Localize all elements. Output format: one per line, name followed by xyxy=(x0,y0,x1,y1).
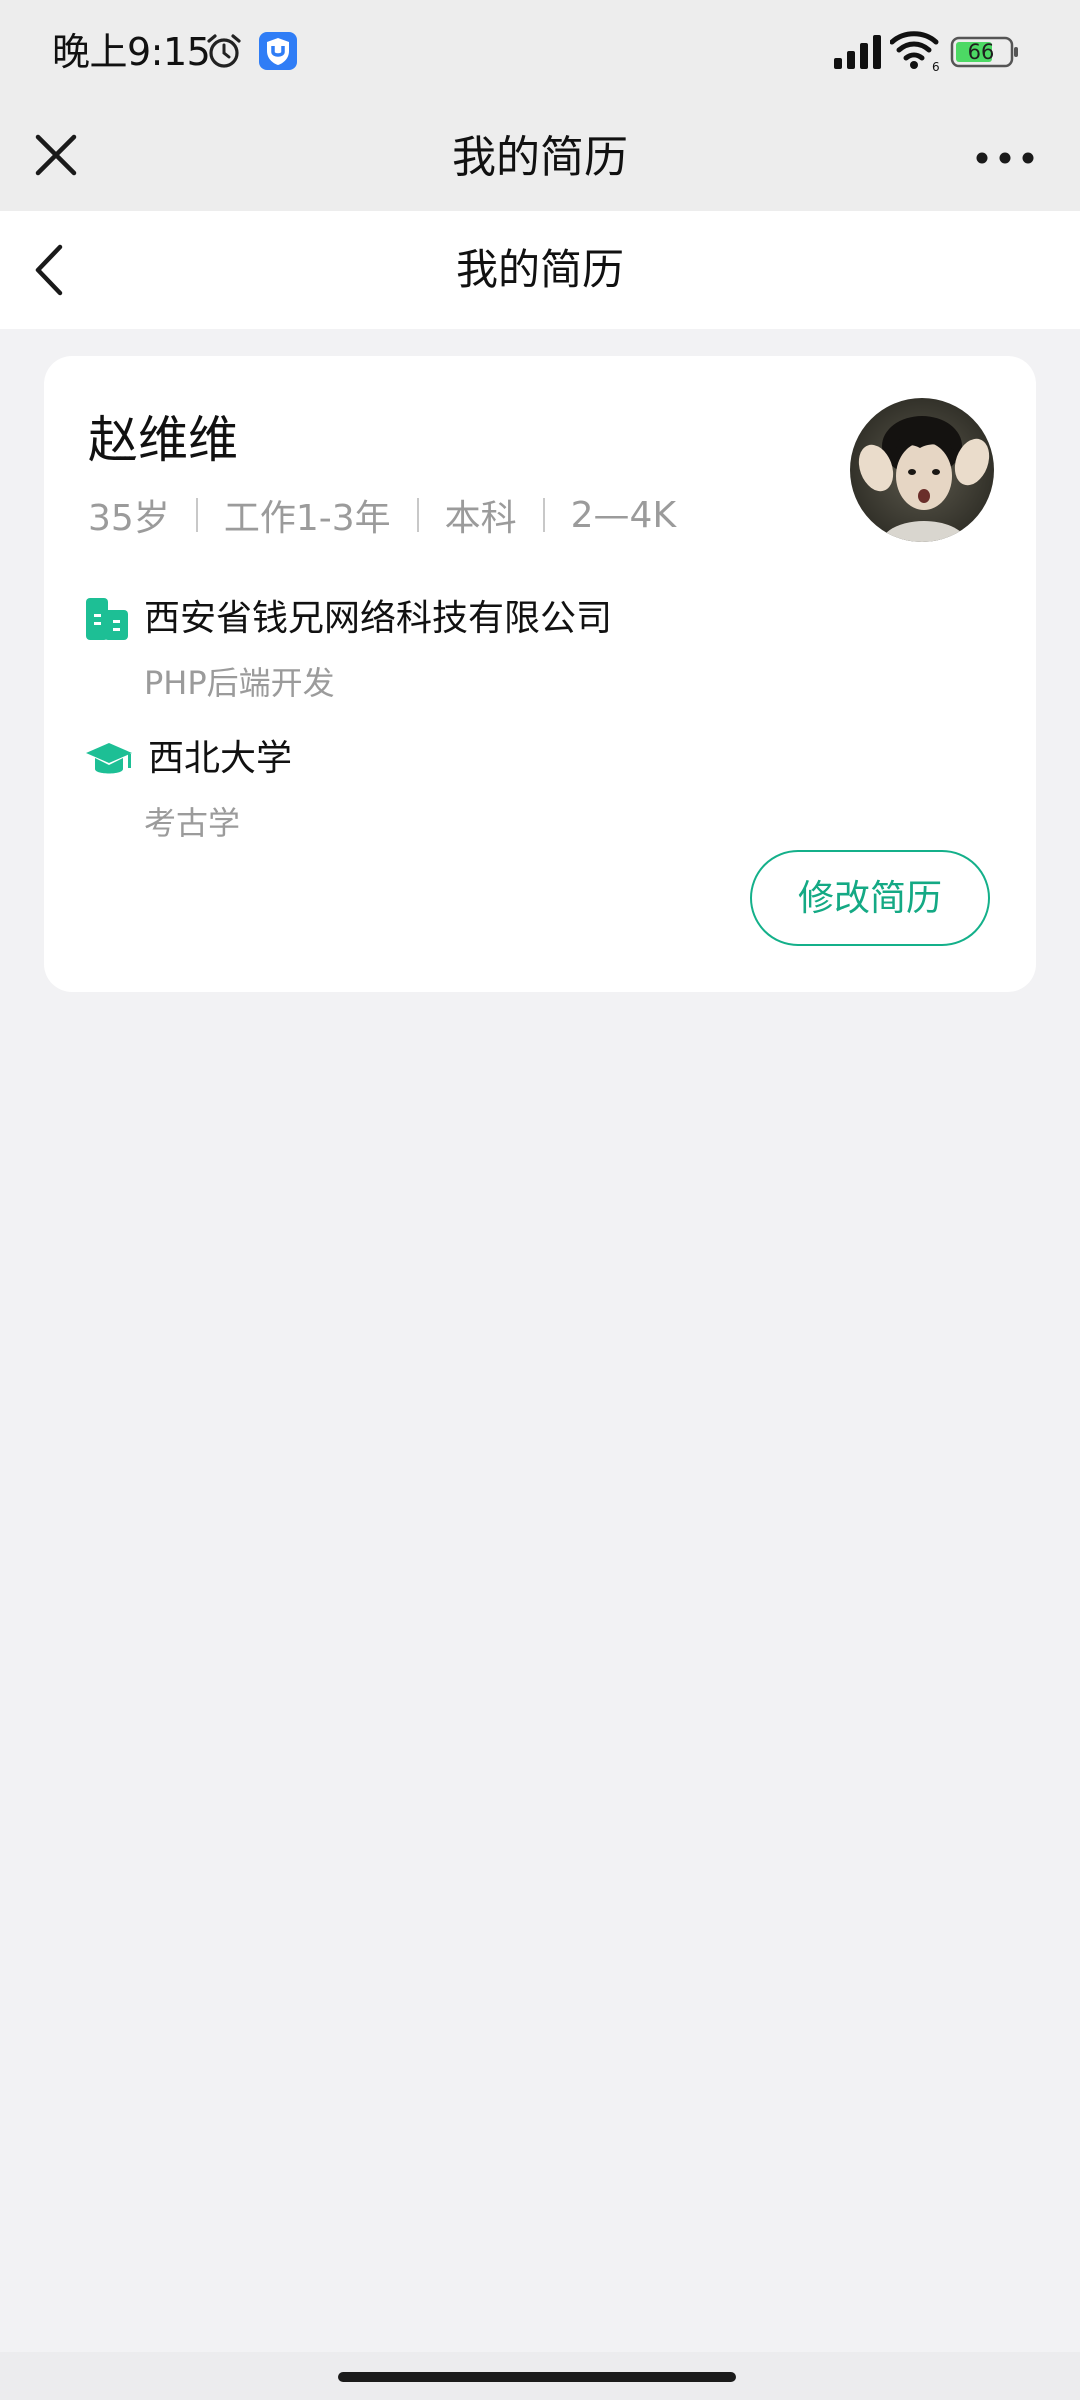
meta-divider xyxy=(416,498,419,532)
school-major: 考古学 xyxy=(144,804,241,842)
company-name: 西安省钱兄网络科技有限公司 xyxy=(144,598,613,639)
page-header: 我的简历 xyxy=(0,211,1080,329)
meta-experience: 工作1-3年 xyxy=(223,498,391,539)
company-role: PHP后端开发 xyxy=(144,664,335,702)
home-indicator[interactable] xyxy=(338,2372,736,2382)
status-bar: 晚上9:15 6 66 xyxy=(0,0,1080,105)
meta-age: 35岁 xyxy=(88,498,170,539)
graduation-cap-icon xyxy=(86,743,132,774)
candidate-name: 赵维维 xyxy=(88,411,238,469)
resume-card: 赵维维 35岁 工作1-3年 本科 2—4K 西安省钱兄网络科技有限公司 PHP… xyxy=(44,356,1036,992)
top-nav: 我的简历 xyxy=(0,105,1080,211)
shield-app-icon xyxy=(259,32,297,70)
page-title: 我的简历 xyxy=(455,245,624,294)
meta-row: 35岁 工作1-3年 本科 2—4K xyxy=(88,490,676,540)
building-icon xyxy=(86,598,128,640)
meta-divider xyxy=(542,498,545,532)
meta-education: 本科 xyxy=(444,498,517,539)
cellular-signal-icon xyxy=(834,35,881,69)
school-name: 西北大学 xyxy=(148,738,293,779)
more-dots-icon[interactable] xyxy=(972,133,1038,183)
status-time: 晚上9:15 xyxy=(52,30,211,74)
edit-resume-button[interactable]: 修改简历 xyxy=(750,850,990,946)
battery-level: 66 xyxy=(967,40,995,64)
wifi-sub-label: 6 xyxy=(932,60,940,72)
alarm-clock-icon xyxy=(207,34,241,68)
meta-salary: 2—4K xyxy=(570,494,677,536)
wifi-icon: 6 xyxy=(890,31,940,72)
top-nav-title: 我的简历 xyxy=(452,132,628,183)
meta-divider xyxy=(195,498,198,532)
avatar[interactable] xyxy=(850,398,994,542)
